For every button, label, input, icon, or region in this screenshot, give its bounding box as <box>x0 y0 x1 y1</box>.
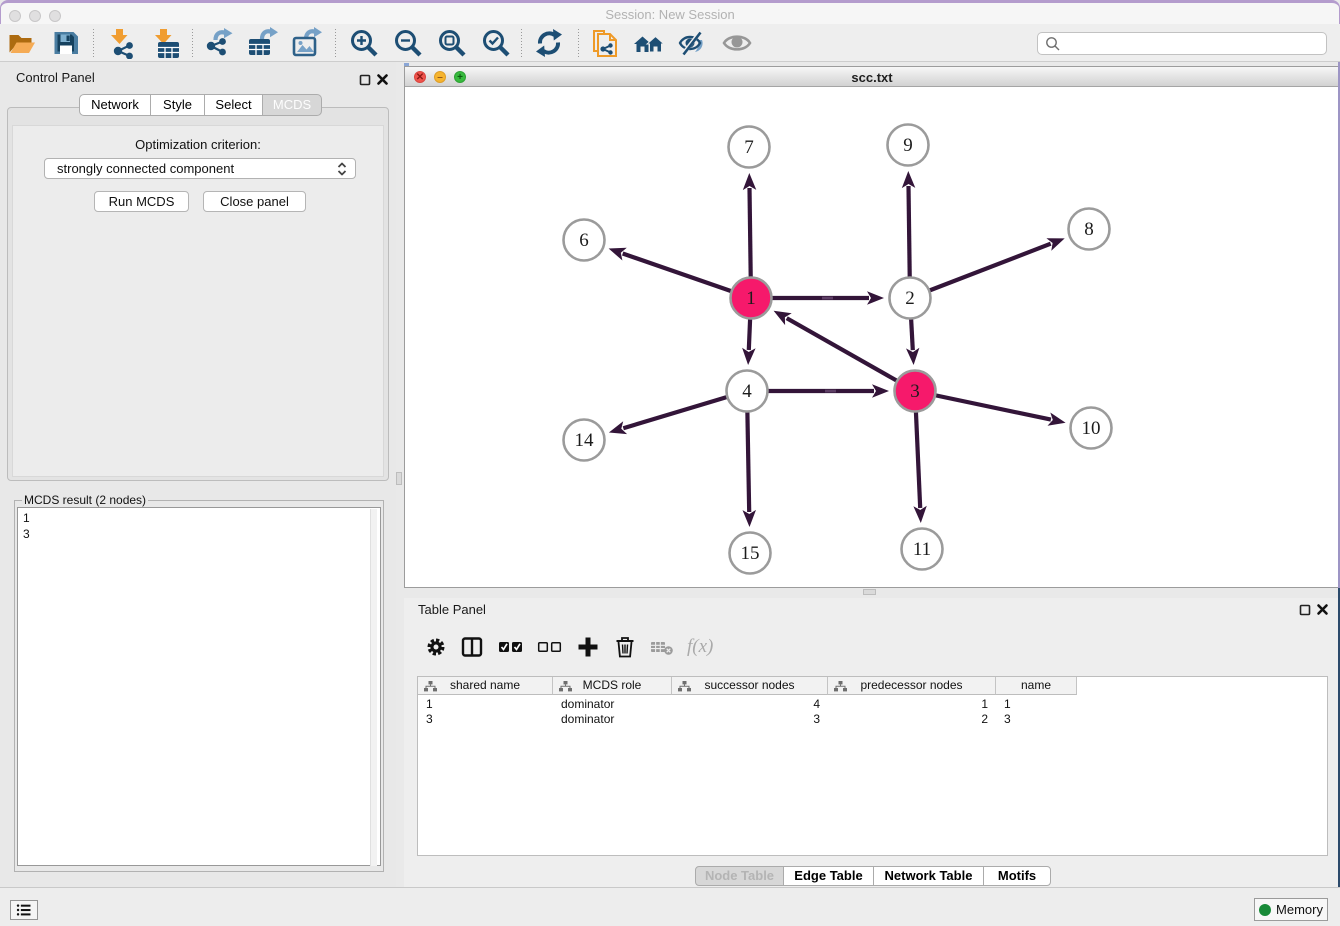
svg-text:9: 9 <box>903 135 913 156</box>
svg-text:4: 4 <box>742 381 752 402</box>
svg-text:1: 1 <box>746 288 756 309</box>
svg-text:10: 10 <box>1082 418 1101 439</box>
svg-text:15: 15 <box>741 543 760 564</box>
svg-text:8: 8 <box>1084 219 1094 240</box>
svg-text:2: 2 <box>905 288 915 309</box>
svg-text:6: 6 <box>579 230 589 251</box>
svg-text:11: 11 <box>913 539 931 560</box>
svg-text:14: 14 <box>575 430 595 451</box>
svg-text:7: 7 <box>744 137 754 158</box>
svg-text:3: 3 <box>910 381 920 402</box>
